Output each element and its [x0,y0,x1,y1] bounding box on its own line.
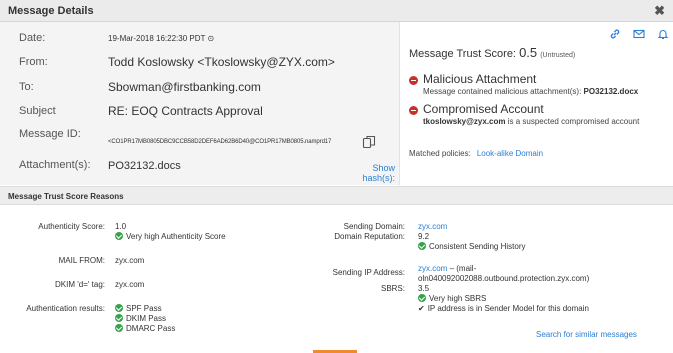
auth-results-label: Authentication results: [26,304,105,313]
check-icon [418,294,426,302]
close-icon[interactable]: ✖ [654,3,665,19]
window-titlebar: Message Details ✖ [0,0,673,22]
sending-domain-link[interactable]: zyx.com [418,222,447,231]
trust-score-label: Message Trust Score: [409,48,516,60]
trust-score-tag: (Untrusted) [540,52,576,59]
auth-result-item: DMARC Pass [115,324,175,333]
sbrs-value: 3.5 [418,284,430,293]
attachments-label: Attachment(s): [19,159,91,171]
domain-reputation-note: Consistent Sending History [418,242,526,251]
attachments-value: PO32132.docs [108,160,181,172]
domain-reputation-value: 9.2 [418,232,430,241]
date-value: 19-Mar-2018 16:22:30 PDT ⊙ [108,34,215,43]
auth-result-item: DKIM Pass [115,314,166,323]
authenticity-note: Very high Authenticity Score [115,232,226,241]
sender-model-note: ✔ IP address is in Sender Model for this … [418,304,589,313]
show-hash-link[interactable]: Show hash(s): [351,163,395,183]
alert-icon [409,106,418,115]
sending-domain-label: Sending Domain: [343,222,405,231]
trust-score: Message Trust Score: 0.5 (Untrusted) [409,45,575,60]
sbrs-note: Very high SBRS [418,294,486,303]
check-icon [115,232,123,240]
from-value: Todd Koslowsky <Tkoslowsky@ZYX.com> [108,55,335,69]
to-value: Sbowman@firstbanking.com [108,80,261,94]
message-header-panel: Date: 19-Mar-2018 16:22:30 PDT ⊙ From: T… [0,22,400,185]
sending-ip-link[interactable]: zyx.com [418,264,447,273]
link-icon[interactable] [609,28,621,40]
policies-label: Matched policies: [409,149,471,158]
window-title: Message Details [8,5,94,17]
check-icon [115,324,123,332]
message-id-value: <CO1PR17MB0805DBC9CCB58D2DEF6AD62B6D40@C… [108,139,332,145]
check-icon [418,242,426,250]
subject-label: Subject [19,105,56,117]
sending-ip-host: oln040092002088.outbound.protection.zyx.… [418,274,590,283]
sbrs-label: SBRS: [380,284,405,293]
matched-policies: Matched policies: Look-alike Domain [409,149,543,158]
policy-link[interactable]: Look-alike Domain [477,149,543,158]
mail-icon[interactable] [633,28,645,40]
reasons-section-header: Message Trust Score Reasons [0,186,673,205]
dkim-value: zyx.com [115,280,145,289]
threat-desc: tkoslowsky@zyx.com is a suspected compro… [423,117,640,126]
from-label: From: [19,56,48,68]
message-id-label: Message ID: [19,128,81,140]
mail-from-label: MAIL FROM: [58,256,105,265]
mail-from-value: zyx.com [115,256,145,265]
sending-ip-label: Sending IP Address: [332,268,405,277]
reasons-title: Message Trust Score Reasons [8,192,124,201]
trust-panel: Message Trust Score: 0.5 (Untrusted) Mal… [401,22,673,185]
domain-reputation-label: Domain Reputation: [334,232,405,241]
authenticity-value: 1.0 [115,222,127,231]
auth-result-item: SPF Pass [115,304,162,313]
threat-title: Compromised Account [423,102,544,116]
check-icon [115,314,123,322]
threat-title: Malicious Attachment [423,72,537,86]
search-similar-link[interactable]: Search for similar messages [536,330,637,339]
date-label: Date: [19,32,46,44]
subject-value: RE: EOQ Contracts Approval [108,104,263,118]
authenticity-label: Authenticity Score: [38,222,105,231]
to-label: To: [19,81,34,93]
copy-icon[interactable] [362,135,376,149]
trust-score-value: 0.5 [519,45,538,60]
threat-desc: Message contained malicious attachment(s… [423,87,639,96]
bell-icon[interactable] [657,28,669,40]
sending-ip-value: zyx.com – (mail- [418,264,477,273]
dkim-label: DKIM 'd=' tag: [55,280,105,289]
checkmark-icon: ✔ [418,304,425,313]
check-icon [115,304,123,312]
alert-icon [409,76,418,85]
